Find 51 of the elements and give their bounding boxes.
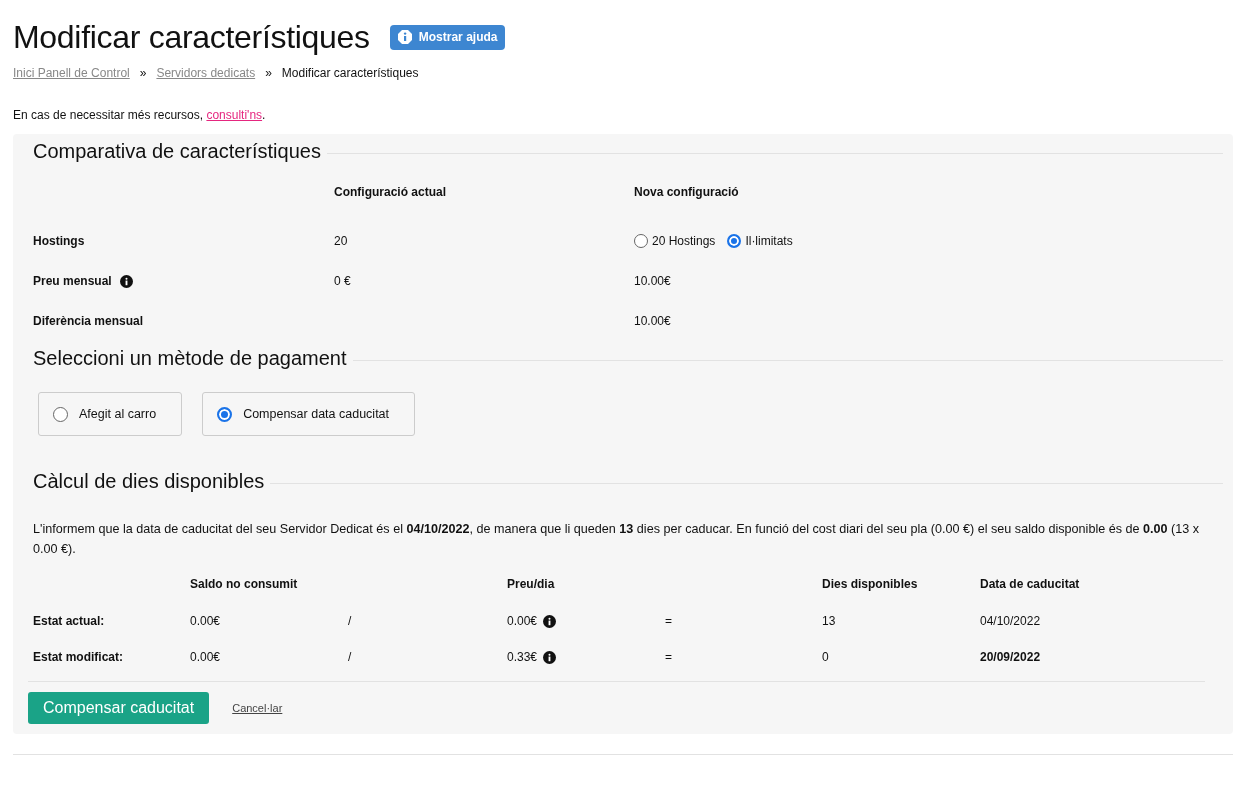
table-cell: 20/09/2022	[980, 650, 1041, 664]
breadcrumb-link[interactable]: Servidors dedicats	[156, 66, 256, 80]
column-header: Preu/dia	[507, 577, 556, 593]
table-cell: 0.00€	[190, 650, 221, 664]
section-title: Seleccioni un mètode de pagament	[33, 347, 347, 370]
row-label: Hostings	[33, 234, 85, 248]
radio-button[interactable]	[634, 234, 648, 248]
radio-option[interactable]: 20 Hostings	[634, 234, 716, 248]
section-title: Comparativa de característiques	[33, 140, 321, 163]
cancel-link[interactable]: Cancel·lar	[232, 702, 283, 714]
intro-text: En cas de necessitar més recursos, consulti'ns.	[13, 108, 267, 122]
table-cell: 04/10/2022	[980, 614, 1041, 628]
row-label: Estat actual:	[33, 614, 105, 628]
row-label: Estat modificat:	[33, 650, 123, 664]
help-button[interactable]: Mostrar ajuda	[389, 24, 506, 50]
current-value: 20	[334, 234, 348, 248]
row-label: Diferència mensual	[33, 314, 144, 328]
payment-option[interactable]: Compensar data caducitat	[202, 392, 416, 436]
column-header: Saldo no consumit	[190, 577, 299, 593]
radio-button[interactable]	[217, 406, 233, 422]
column-header: Nova configuració	[634, 185, 740, 201]
table-cell: 0.00€	[190, 614, 221, 628]
payment-option[interactable]: Afegit al carro	[38, 392, 183, 436]
info-icon	[396, 29, 413, 45]
divide-sign: /	[348, 650, 352, 664]
radio-button[interactable]	[53, 406, 68, 422]
divide-sign: /	[348, 614, 352, 628]
new-value: 10.00€	[634, 314, 671, 328]
table-cell: 0.00€	[507, 614, 538, 628]
column-header: Configuració actual	[334, 185, 447, 201]
equals-sign: =	[665, 614, 672, 628]
table-cell: 0	[822, 650, 829, 664]
radio-button[interactable]	[727, 234, 742, 248]
section-title: Càlcul de dies disponibles	[33, 470, 265, 493]
column-header: Data de caducitat	[980, 577, 1081, 593]
info-icon	[543, 614, 557, 628]
breadcrumb-separator: »	[139, 66, 147, 80]
column-header: Dies disponibles	[822, 577, 919, 593]
breadcrumb-separator: »	[265, 66, 272, 80]
table-cell: 13	[822, 614, 836, 628]
breadcrumb-current: Modificar característiques	[281, 66, 419, 80]
current-value: 0 €	[334, 274, 351, 288]
radio-option[interactable]: Il·limitats	[727, 234, 793, 248]
new-value: 10.00€	[634, 274, 671, 288]
breadcrumb-link[interactable]: Inici Panell de Control	[13, 66, 130, 80]
row-label: Preu mensual	[33, 274, 112, 288]
description-text: L'informem que la data de caducitat del seu Servidor Dedicat és el 04/10/2022, de manera que li queden 13 dies per caducar. En funció del cost diari del seu pla (0.00 €) el seu saldo disponible és de 0.00 (13 x 0.00 €).	[33, 521, 1200, 558]
info-icon	[543, 650, 557, 664]
equals-sign: =	[665, 650, 672, 664]
page-title: Modificar característiques	[13, 18, 370, 56]
table-cell: 0.33€	[507, 650, 538, 664]
